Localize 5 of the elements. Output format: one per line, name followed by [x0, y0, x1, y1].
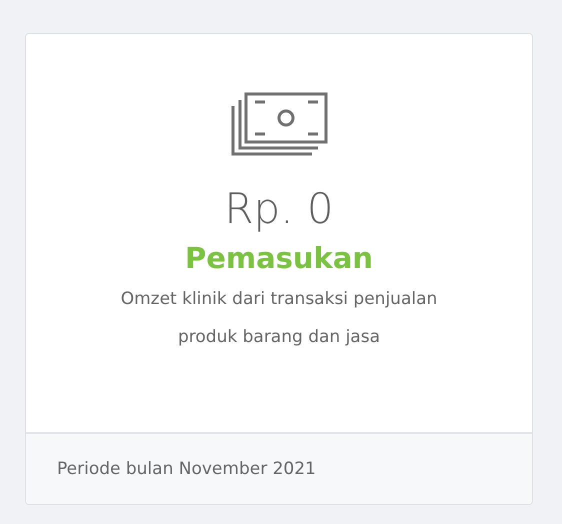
card-title: Pemasukan [184, 240, 374, 277]
period-text: Periode bulan November 2021 [57, 459, 316, 479]
money-icon [230, 92, 328, 156]
description-text: Omzet klinik dari transaksi penjualan produk barang dan jasa [120, 288, 438, 349]
amount-text: Rp. 0 [224, 183, 334, 235]
